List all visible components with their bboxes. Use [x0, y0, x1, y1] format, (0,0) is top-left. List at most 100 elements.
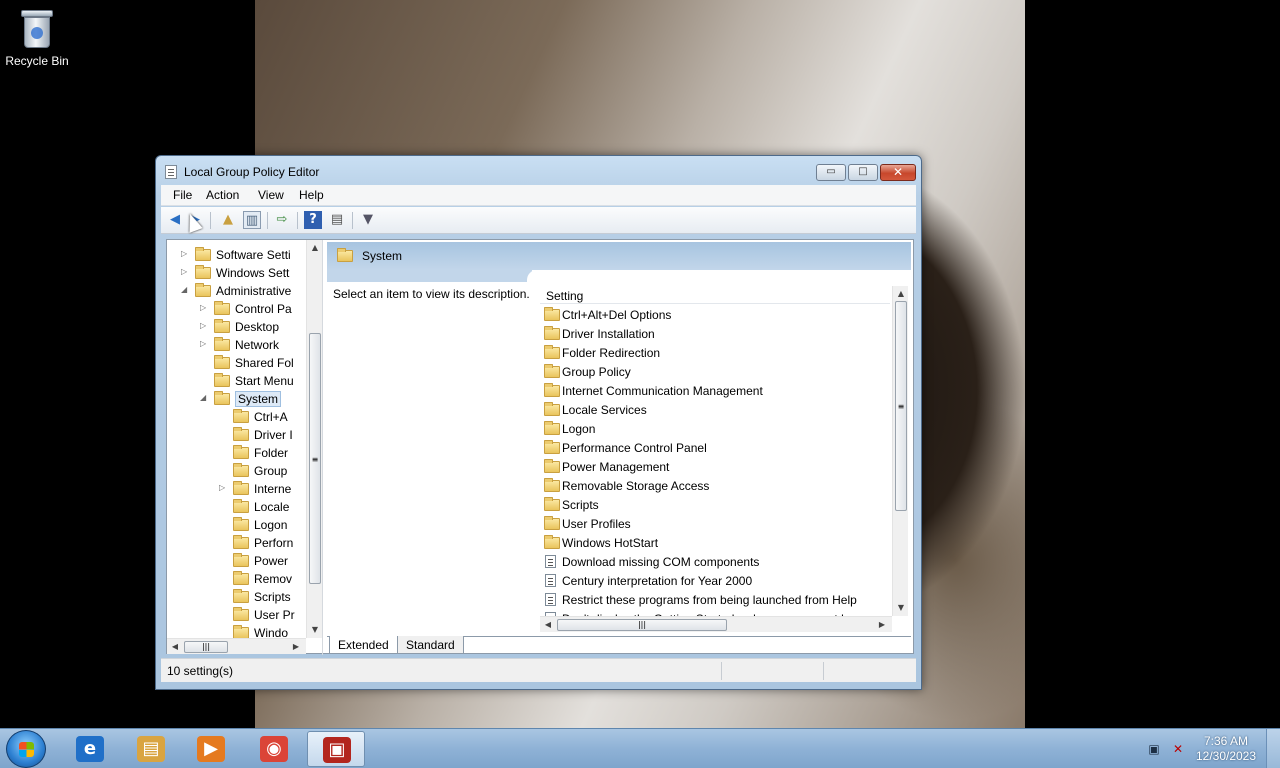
- list-item[interactable]: Logon: [544, 419, 884, 438]
- collapse-arrow-icon[interactable]: ◢: [181, 285, 191, 294]
- folder-icon: [214, 301, 230, 315]
- taskbar-app-chrome[interactable]: ◉: [245, 731, 303, 767]
- list-item-label: Restrict these programs from being launc…: [562, 593, 857, 607]
- scroll-up-button[interactable]: ▲: [307, 240, 323, 255]
- menu-help[interactable]: Help: [299, 188, 324, 202]
- tree-item[interactable]: Start Menu: [167, 373, 322, 391]
- scroll-down-button[interactable]: ▼: [893, 600, 909, 615]
- list-item[interactable]: User Profiles: [544, 514, 884, 533]
- tree-toggle-icon[interactable]: ▥: [243, 211, 261, 229]
- tree-item[interactable]: Power: [167, 553, 322, 571]
- tree-item[interactable]: Folder: [167, 445, 322, 463]
- list-vertical-scrollbar[interactable]: ▲ ≡ ▼: [892, 286, 908, 616]
- list-item[interactable]: Driver Installation: [544, 324, 884, 343]
- list-item[interactable]: Download missing COM components: [544, 552, 884, 571]
- list-item[interactable]: Windows HotStart: [544, 533, 884, 552]
- tree-item[interactable]: Group: [167, 463, 322, 481]
- scroll-left-button[interactable]: ◀: [167, 639, 183, 654]
- folder-icon: [544, 516, 560, 530]
- expand-arrow-icon[interactable]: ▷: [200, 321, 210, 330]
- scroll-up-button[interactable]: ▲: [893, 286, 909, 301]
- collapse-arrow-icon[interactable]: ◢: [200, 393, 210, 402]
- expand-arrow-icon[interactable]: ▷: [219, 483, 229, 492]
- scroll-thumb[interactable]: |||: [184, 641, 228, 653]
- scroll-down-button[interactable]: ▼: [307, 622, 323, 637]
- list-item[interactable]: Century interpretation for Year 2000: [544, 571, 884, 590]
- tree-item[interactable]: User Pr: [167, 607, 322, 625]
- tree-item[interactable]: ▷ Control Pa: [167, 301, 322, 319]
- list-item[interactable]: Folder Redirection: [544, 343, 884, 362]
- close-button[interactable]: ✕: [880, 164, 916, 181]
- tree-item[interactable]: ▷ Interne: [167, 481, 322, 499]
- tree-item[interactable]: Driver I: [167, 427, 322, 445]
- group-policy-editor-window: Local Group Policy Editor ▭ □ ✕ File Act…: [155, 155, 922, 690]
- list-item[interactable]: Performance Control Panel: [544, 438, 884, 457]
- tree-item[interactable]: ◢ System: [167, 391, 322, 409]
- list-item[interactable]: Scripts: [544, 495, 884, 514]
- scroll-thumb[interactable]: |||: [557, 619, 727, 631]
- tree-item[interactable]: Ctrl+A: [167, 409, 322, 427]
- clock[interactable]: 7:36 AM 12/30/2023: [1195, 734, 1257, 764]
- column-header-setting[interactable]: Setting: [540, 282, 890, 304]
- export-icon[interactable]: ⇨: [273, 211, 291, 229]
- help-icon[interactable]: ?: [304, 211, 322, 229]
- menu-view[interactable]: View: [258, 188, 284, 202]
- start-button[interactable]: [6, 730, 46, 768]
- list-item[interactable]: Group Policy: [544, 362, 884, 381]
- taskbar-app-group-policy-editor[interactable]: ▣: [307, 731, 365, 767]
- scroll-thumb[interactable]: ≡: [309, 333, 321, 584]
- tree-vertical-scrollbar[interactable]: ▲ ≡ ▼: [306, 240, 322, 638]
- folder-icon: [233, 409, 249, 423]
- tree-item[interactable]: Remov: [167, 571, 322, 589]
- list-item[interactable]: Power Management: [544, 457, 884, 476]
- desktop-icon-recycle-bin[interactable]: Recycle Bin: [4, 6, 70, 68]
- title-bar[interactable]: Local Group Policy Editor ▭ □ ✕: [156, 156, 921, 185]
- scroll-right-button[interactable]: ▶: [874, 617, 890, 632]
- list-item[interactable]: Internet Communication Management: [544, 381, 884, 400]
- tab-extended[interactable]: Extended: [329, 636, 398, 654]
- properties-icon[interactable]: ▤: [328, 211, 346, 229]
- network-icon[interactable]: ▣: [1146, 742, 1162, 756]
- menu-action[interactable]: Action: [206, 188, 239, 202]
- show-desktop-button[interactable]: [1266, 729, 1280, 768]
- list-item[interactable]: Restrict these programs from being launc…: [544, 590, 884, 609]
- tree-item[interactable]: ▷ Desktop: [167, 319, 322, 337]
- expand-arrow-icon[interactable]: ▷: [181, 249, 191, 258]
- scroll-thumb[interactable]: ≡: [895, 301, 907, 511]
- tree-item[interactable]: ▷ Windows Sett: [167, 265, 322, 283]
- minimize-button[interactable]: ▭: [816, 164, 846, 181]
- scroll-right-button[interactable]: ▶: [288, 639, 304, 654]
- tree-item[interactable]: Scripts: [167, 589, 322, 607]
- tree-item[interactable]: ▷ Network: [167, 337, 322, 355]
- tree-item[interactable]: Logon: [167, 517, 322, 535]
- tree-item[interactable]: ◢ Administrative: [167, 283, 322, 301]
- expand-arrow-icon[interactable]: ▷: [200, 339, 210, 348]
- volume-muted-icon[interactable]: ✕: [1170, 742, 1186, 756]
- tree-item-label: Desktop: [235, 320, 280, 334]
- list-item[interactable]: Locale Services: [544, 400, 884, 419]
- taskbar-app-internet-explorer[interactable]: e: [61, 731, 119, 767]
- recycle-bin-icon: [20, 6, 54, 50]
- expand-arrow-icon[interactable]: ▷: [200, 303, 210, 312]
- clock-date: 12/30/2023: [1195, 749, 1257, 763]
- up-folder-icon[interactable]: ▲: [219, 211, 237, 229]
- list-horizontal-scrollbar[interactable]: ◀ ||| ▶: [540, 616, 892, 632]
- tree-item[interactable]: Perforn: [167, 535, 322, 553]
- tab-standard[interactable]: Standard: [397, 636, 464, 654]
- menu-file[interactable]: File: [173, 188, 192, 202]
- tree-item[interactable]: Locale: [167, 499, 322, 517]
- expand-arrow-icon[interactable]: ▷: [181, 267, 191, 276]
- taskbar-app-media-player[interactable]: ▶: [182, 731, 240, 767]
- tree-item[interactable]: ▷ Software Setti: [167, 247, 322, 265]
- taskbar-app-file-explorer[interactable]: ▤: [122, 731, 180, 767]
- back-icon[interactable]: ◀: [166, 211, 184, 229]
- list-item-label: Driver Installation: [562, 327, 655, 341]
- tree-item[interactable]: Shared Fol: [167, 355, 322, 373]
- tree-item-label: Network: [235, 338, 280, 352]
- list-item[interactable]: Removable Storage Access: [544, 476, 884, 495]
- scroll-left-button[interactable]: ◀: [540, 617, 556, 632]
- list-item[interactable]: Ctrl+Alt+Del Options: [544, 305, 884, 324]
- filter-icon[interactable]: ▼: [359, 211, 377, 229]
- tree-horizontal-scrollbar[interactable]: ◀ ||| ▶: [167, 638, 306, 654]
- maximize-button[interactable]: □: [848, 164, 878, 181]
